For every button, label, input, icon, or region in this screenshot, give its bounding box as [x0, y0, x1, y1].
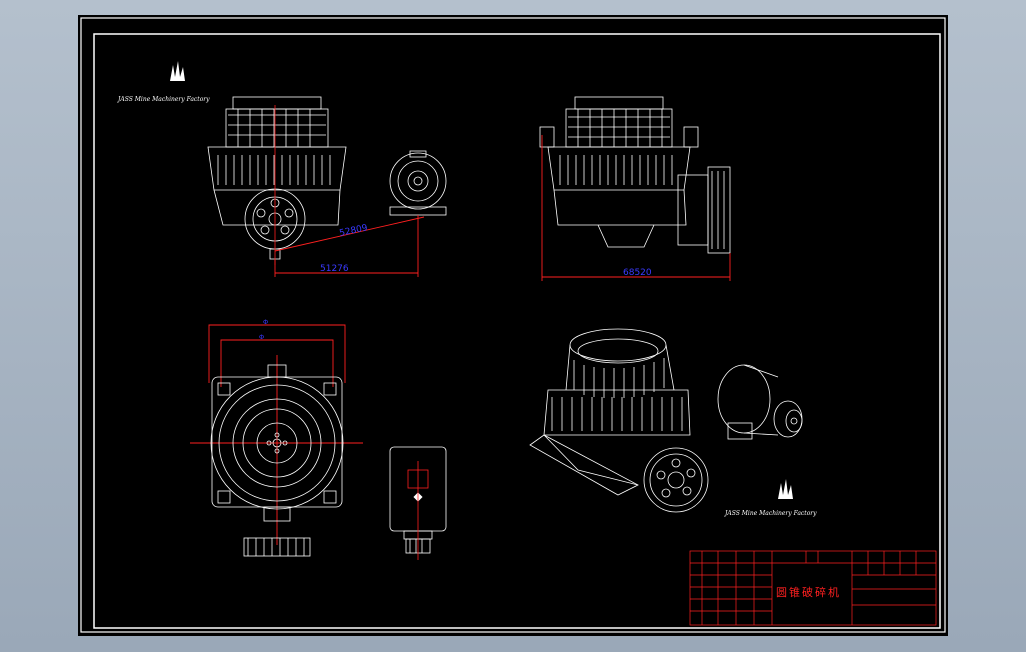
drawing-sheet: JASS Mine Machinery Factory 52809 51276 — [78, 15, 948, 636]
cad-drawing: JASS Mine Machinery Factory 52809 51276 — [80, 17, 946, 633]
plan-dimensions — [190, 324, 363, 545]
logo-top: JASS Mine Machinery Factory — [116, 48, 210, 103]
side-dimensions — [541, 135, 731, 281]
logo-caption: JASS Mine Machinery Factory — [116, 96, 210, 103]
front-dimensions — [274, 215, 425, 277]
front-view — [207, 96, 447, 260]
logo-bottom: JASS Mine Machinery Factory — [723, 467, 817, 517]
title-block-title: 圆锥破碎机 — [776, 585, 841, 599]
isometric-view — [529, 328, 803, 513]
logo-crown-icon — [778, 479, 793, 499]
logo-crown-icon — [170, 61, 185, 81]
logo-caption: JASS Mine Machinery Factory — [723, 510, 817, 517]
side-view — [539, 96, 731, 254]
dim-side-width: 68520 — [623, 268, 652, 278]
dim-front-width: 51276 — [320, 264, 349, 274]
dim-front-diagonal: 52809 — [339, 223, 369, 239]
logo-crescent-icon — [151, 48, 170, 85]
inner-frame — [93, 33, 941, 629]
logo-crescent-icon — [760, 467, 778, 503]
dim-plan-outer: Ф — [263, 319, 268, 326]
dim-plan-inner: Ф — [259, 334, 264, 341]
